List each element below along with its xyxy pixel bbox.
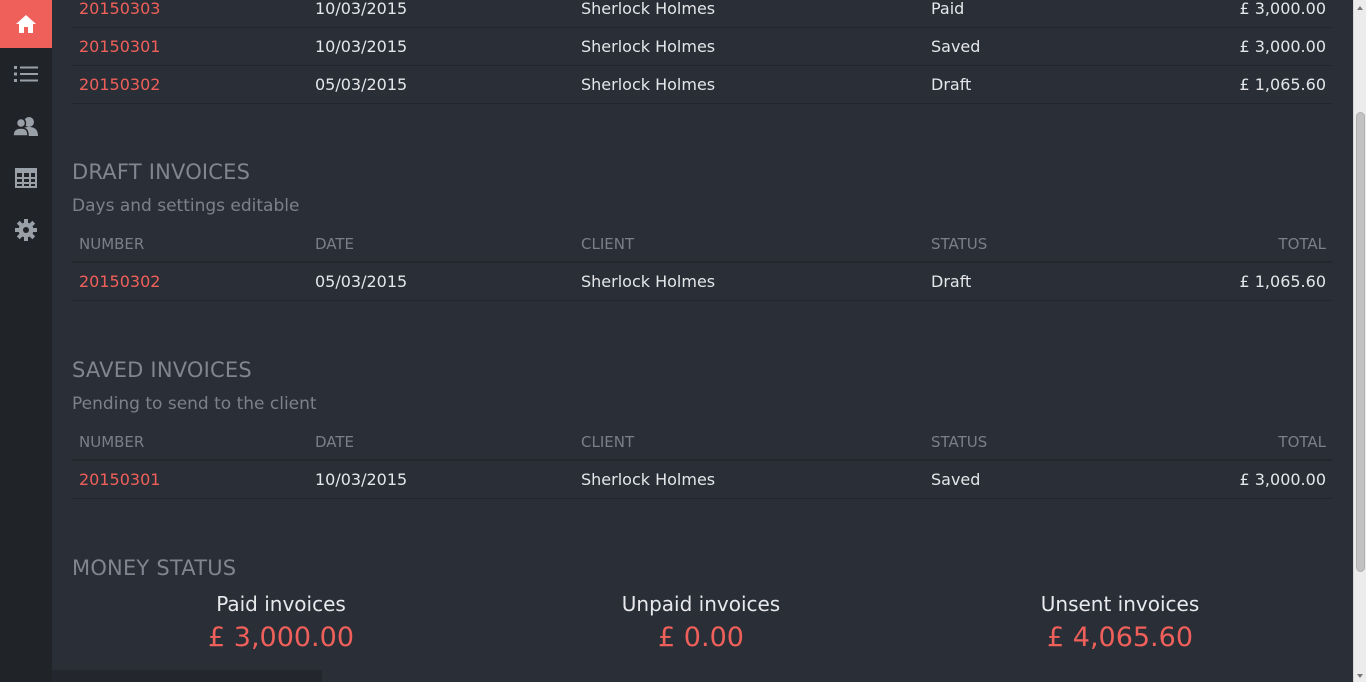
invoice-status: Paid [931, 0, 965, 18]
column-header-status: STATUS [931, 433, 988, 451]
invoice-total: £ 1,065.60 [1239, 272, 1326, 291]
paid-invoices-summary: Paid invoices £ 3,000.00 [131, 588, 431, 656]
horizontal-scroll-strip [52, 670, 322, 682]
column-header-number: NUMBER [79, 433, 145, 451]
gear-icon [15, 219, 37, 241]
unpaid-invoices-amount: £ 0.00 [658, 622, 744, 653]
invoice-client: Sherlock Holmes [581, 37, 716, 56]
invoice-number-link[interactable]: 20150301 [79, 28, 160, 66]
sidebar [0, 0, 52, 682]
invoice-client: Sherlock Holmes [581, 470, 716, 489]
invoice-status: Draft [931, 75, 972, 94]
invoice-client: Sherlock Holmes [581, 0, 716, 18]
home-icon [16, 15, 36, 33]
invoice-date: 10/03/2015 [315, 470, 408, 489]
unsent-invoices-summary: Unsent invoices £ 4,065.60 [970, 588, 1270, 656]
all-invoices-table: 20150303 10/03/2015 Sherlock Holmes Paid… [72, 0, 1332, 104]
unpaid-invoices-summary: Unpaid invoices £ 0.00 [551, 588, 851, 656]
scroll-up-arrow-icon[interactable] [1354, 0, 1366, 14]
column-header-status: STATUS [931, 235, 988, 253]
unsent-invoices-amount: £ 4,065.60 [1047, 622, 1193, 653]
table-row[interactable]: 20150301 10/03/2015 Sherlock Holmes Save… [72, 461, 1332, 499]
calendar-icon [15, 168, 37, 188]
saved-invoices-table: NUMBER DATE CLIENT STATUS TOTAL 20150301… [72, 423, 1332, 499]
invoice-number-link[interactable]: 20150302 [79, 263, 160, 301]
table-row[interactable]: 20150302 05/03/2015 Sherlock Holmes Draf… [72, 66, 1332, 104]
column-header-client: CLIENT [581, 235, 635, 253]
scroll-down-arrow-icon[interactable] [1354, 668, 1366, 682]
invoice-date: 05/03/2015 [315, 75, 408, 94]
invoice-date: 05/03/2015 [315, 272, 408, 291]
column-header-client: CLIENT [581, 433, 635, 451]
column-header-date: DATE [315, 433, 355, 451]
sidebar-item-home[interactable] [0, 0, 52, 48]
saved-section-subtitle: Pending to send to the client [72, 394, 317, 414]
invoice-status: Saved [931, 470, 981, 489]
invoice-number-link[interactable]: 20150303 [79, 0, 160, 28]
invoice-total: £ 1,065.60 [1239, 75, 1326, 94]
scrollbar-thumb[interactable] [1356, 112, 1365, 572]
column-header-number: NUMBER [79, 235, 145, 253]
table-header: NUMBER DATE CLIENT STATUS TOTAL [72, 423, 1332, 461]
unpaid-invoices-label: Unpaid invoices [621, 592, 781, 616]
sidebar-item-invoices[interactable] [0, 48, 52, 100]
column-header-date: DATE [315, 235, 355, 253]
list-icon [14, 66, 38, 82]
invoice-total: £ 3,000.00 [1239, 470, 1326, 489]
draft-section-title: DRAFT INVOICES [72, 160, 251, 184]
main-content: 20150303 10/03/2015 Sherlock Holmes Paid… [52, 0, 1353, 682]
paid-invoices-label: Paid invoices [216, 592, 346, 616]
vertical-scrollbar[interactable] [1353, 0, 1366, 682]
invoice-total: £ 3,000.00 [1239, 0, 1326, 18]
invoice-number-link[interactable]: 20150302 [79, 66, 160, 104]
saved-section-title: SAVED INVOICES [72, 358, 252, 382]
column-header-total: TOTAL [1278, 433, 1326, 451]
unsent-invoices-label: Unsent invoices [1040, 592, 1200, 616]
invoice-total: £ 3,000.00 [1239, 37, 1326, 56]
sidebar-item-calendar[interactable] [0, 152, 52, 204]
invoice-date: 10/03/2015 [315, 37, 408, 56]
column-header-total: TOTAL [1278, 235, 1326, 253]
draft-invoices-table: NUMBER DATE CLIENT STATUS TOTAL 20150302… [72, 225, 1332, 301]
table-row[interactable]: 20150302 05/03/2015 Sherlock Holmes Draf… [72, 263, 1332, 301]
table-row[interactable]: 20150303 10/03/2015 Sherlock Holmes Paid… [72, 0, 1332, 28]
table-header: NUMBER DATE CLIENT STATUS TOTAL [72, 225, 1332, 263]
invoice-client: Sherlock Holmes [581, 272, 716, 291]
draft-section-subtitle: Days and settings editable [72, 196, 300, 216]
invoice-number-link[interactable]: 20150301 [79, 461, 160, 499]
users-icon [12, 117, 38, 137]
invoice-status: Draft [931, 272, 972, 291]
sidebar-item-settings[interactable] [0, 204, 52, 256]
paid-invoices-amount: £ 3,000.00 [208, 622, 354, 653]
table-row[interactable]: 20150301 10/03/2015 Sherlock Holmes Save… [72, 28, 1332, 66]
invoice-status: Saved [931, 37, 981, 56]
invoice-client: Sherlock Holmes [581, 75, 716, 94]
sidebar-item-clients[interactable] [0, 100, 52, 152]
money-section-title: MONEY STATUS [72, 556, 237, 580]
invoice-date: 10/03/2015 [315, 0, 408, 18]
